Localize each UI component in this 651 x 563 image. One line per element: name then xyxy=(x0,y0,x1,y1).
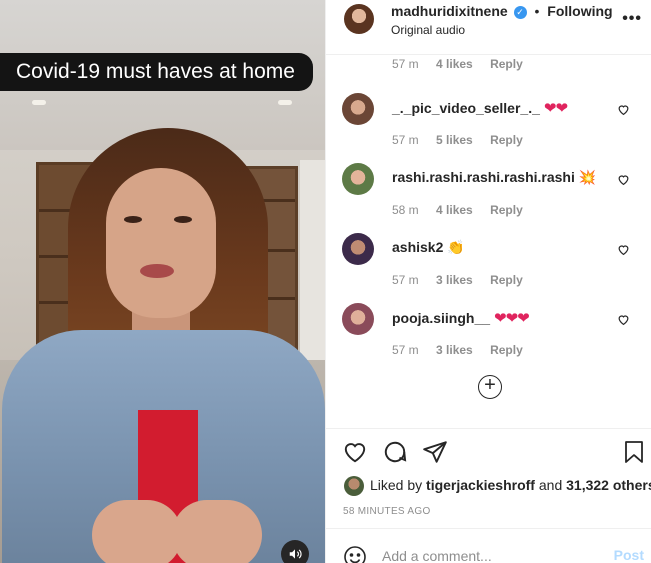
separator-dot: • xyxy=(534,3,540,19)
comment-likes[interactable]: 4 likes xyxy=(436,203,473,217)
presenter-eye xyxy=(174,216,192,223)
share-icon[interactable] xyxy=(422,439,450,467)
reply-button[interactable]: Reply xyxy=(490,273,523,287)
comment-icon[interactable] xyxy=(382,439,410,467)
reply-button[interactable]: Reply xyxy=(490,133,523,147)
comment-time: 57 m xyxy=(392,133,419,147)
commenter-username[interactable]: _._pic_video_seller_._ xyxy=(392,100,540,116)
liker-avatar[interactable] xyxy=(344,476,364,496)
commenter-avatar[interactable] xyxy=(342,93,374,125)
comment-text: 👏 xyxy=(447,239,465,255)
heart-icon[interactable] xyxy=(342,439,370,467)
reply-button[interactable]: Reply xyxy=(490,343,523,357)
commenter-line: ashisk2 👏 xyxy=(392,239,465,256)
verified-badge-icon: ✓ xyxy=(513,6,527,19)
smiley-icon[interactable] xyxy=(343,545,367,563)
comment-likes[interactable]: 3 likes xyxy=(436,273,473,287)
commenter-username[interactable]: ashisk2 xyxy=(392,239,443,255)
comment-item: rashi.rashi.rashi.rashi.rashi 💥 58 m 4 li… xyxy=(326,163,651,233)
like-comment-heart-icon[interactable] xyxy=(617,243,630,256)
add-comment-bar: Post xyxy=(326,528,651,563)
liked-by-conj: and xyxy=(538,477,563,493)
post-button[interactable]: Post xyxy=(614,547,644,563)
commenter-username[interactable]: rashi.rashi.rashi.rashi.rashi xyxy=(392,169,575,185)
commenter-line: rashi.rashi.rashi.rashi.rashi 💥 xyxy=(392,169,596,186)
liker-username[interactable]: tigerjackieshroff xyxy=(426,477,535,493)
comment-likes[interactable]: 3 likes xyxy=(436,343,473,357)
author-line: madhuridixitnene ✓ • Following xyxy=(391,3,613,19)
like-comment-heart-icon[interactable] xyxy=(617,173,630,186)
author-avatar[interactable] xyxy=(344,4,374,34)
video-caption: Covid-19 must haves at home xyxy=(0,53,313,91)
post-actions: Liked by tigerjackieshroff and 31,322 ot… xyxy=(326,428,651,528)
comment-meta: 57 m 5 likes Reply xyxy=(392,133,537,147)
commenter-avatar[interactable] xyxy=(342,233,374,265)
comment-time: 57 m xyxy=(392,273,419,287)
reply-button[interactable]: Reply xyxy=(490,203,523,217)
comment-meta: 57 m 3 likes Reply xyxy=(392,273,537,287)
comment-time: 57 m xyxy=(392,57,419,71)
comment-text: 💥 xyxy=(578,169,597,185)
commenter-line: _._pic_video_seller_._ ❤❤ xyxy=(392,99,568,117)
post-header: madhuridixitnene ✓ • Following Original … xyxy=(326,0,651,55)
more-options-icon[interactable]: ••• xyxy=(622,10,642,28)
author-username[interactable]: madhuridixitnene xyxy=(391,3,508,19)
comment-item: ashisk2 👏 57 m 3 likes Reply xyxy=(326,233,651,303)
presenter-hand xyxy=(92,500,182,563)
video-player[interactable]: Covid-19 must haves at home xyxy=(0,0,325,563)
presenter-face xyxy=(106,168,216,318)
ceiling-light xyxy=(32,100,46,105)
like-comment-heart-icon[interactable] xyxy=(617,103,630,116)
comments-list[interactable]: 57 m 4 likes Reply _._pic_video_seller_.… xyxy=(326,55,651,428)
comment-meta: 58 m 4 likes Reply xyxy=(392,203,537,217)
comment-meta: 57 m 4 likes Reply xyxy=(392,57,537,71)
comment-likes[interactable]: 5 likes xyxy=(436,133,473,147)
likes-count-link[interactable]: 31,322 others xyxy=(566,477,651,493)
comment-item: _._pic_video_seller_._ ❤❤ 57 m 5 likes Re… xyxy=(326,93,651,163)
like-comment-heart-icon[interactable] xyxy=(617,313,630,326)
commenter-line: pooja.siingh__ ❤❤❤ xyxy=(392,309,530,327)
audio-link[interactable]: Original audio xyxy=(391,23,465,37)
comment-likes[interactable]: 4 likes xyxy=(436,57,473,71)
comment-input[interactable] xyxy=(382,546,602,563)
liked-by-prefix: Liked by xyxy=(370,477,423,493)
presenter-lips xyxy=(140,264,174,278)
speaker-icon[interactable] xyxy=(281,540,309,563)
reply-button[interactable]: Reply xyxy=(490,57,523,71)
post-timestamp[interactable]: 58 MINUTES AGO xyxy=(343,506,431,517)
comment-meta: 57 m 3 likes Reply xyxy=(392,343,537,357)
commenter-avatar[interactable] xyxy=(342,303,374,335)
post-sidebar: madhuridixitnene ✓ • Following Original … xyxy=(325,0,651,563)
presenter-eye xyxy=(124,216,142,223)
comment-time: 57 m xyxy=(392,343,419,357)
commenter-avatar[interactable] xyxy=(342,163,374,195)
ceiling-light xyxy=(278,100,292,105)
following-button[interactable]: Following xyxy=(547,3,612,19)
commenter-username[interactable]: pooja.siingh__ xyxy=(392,310,490,326)
comment-time: 58 m xyxy=(392,203,419,217)
comment-item: pooja.siingh__ ❤❤❤ 57 m 3 likes Reply xyxy=(326,303,651,373)
comment-text: ❤❤❤ xyxy=(494,310,530,327)
bookmark-icon[interactable] xyxy=(622,439,650,467)
presenter-hand xyxy=(172,500,262,563)
plus-circle-icon[interactable]: + xyxy=(478,375,502,399)
comment-text: ❤❤ xyxy=(543,100,568,117)
